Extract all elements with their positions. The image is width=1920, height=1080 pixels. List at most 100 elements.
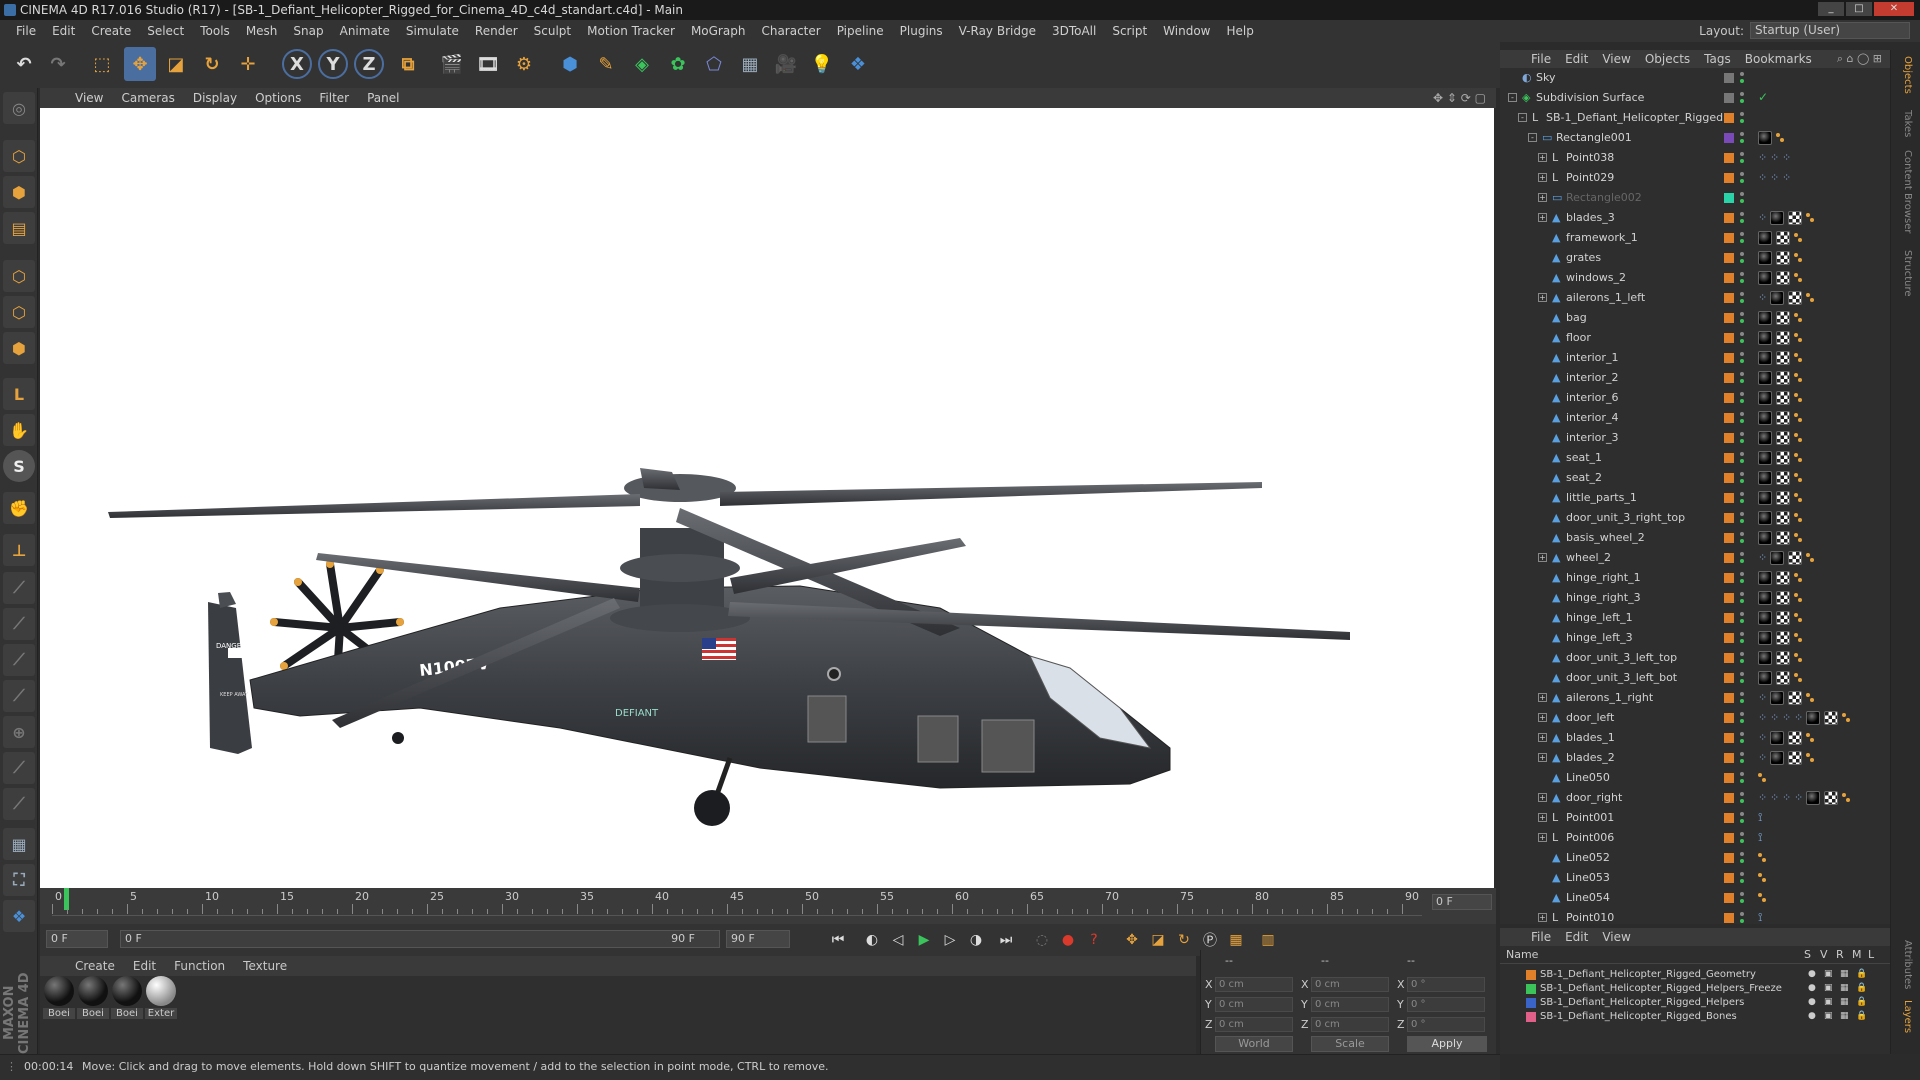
menu-create[interactable]: Create bbox=[83, 24, 139, 38]
snap-icon[interactable]: S bbox=[3, 450, 35, 482]
object-row[interactable]: - ▭ Rectangle001 bbox=[1500, 128, 1890, 148]
om-search-icon[interactable]: ⌕ ⌂ ◯ ⊞ bbox=[1837, 52, 1882, 66]
object-row[interactable]: ▲ interior_3 bbox=[1500, 428, 1890, 448]
render-visibility-dot[interactable] bbox=[1740, 479, 1744, 483]
menu-vray-bridge[interactable]: V-Ray Bridge bbox=[951, 24, 1044, 38]
constraint-tag-icon[interactable]: ⁘ bbox=[1770, 151, 1779, 164]
render-visibility-dot[interactable] bbox=[1740, 119, 1744, 123]
om-menu-file[interactable]: File bbox=[1524, 52, 1558, 66]
editor-visibility-dot[interactable] bbox=[1740, 832, 1744, 836]
rotation-b-field[interactable]: 0 ° bbox=[1407, 1017, 1485, 1032]
expand-toggle-icon[interactable]: + bbox=[1538, 793, 1547, 802]
motion-record-icon[interactable]: ◌ bbox=[1030, 929, 1054, 951]
xpresso-tag-icon[interactable] bbox=[1842, 793, 1852, 803]
viewport-menu-filter[interactable]: Filter bbox=[310, 91, 358, 105]
expand-toggle-icon[interactable]: + bbox=[1538, 293, 1547, 302]
editor-visibility-dot[interactable] bbox=[1740, 532, 1744, 536]
layer-color-swatch[interactable] bbox=[1724, 153, 1734, 163]
key-scale-icon[interactable]: ◪ bbox=[1146, 929, 1170, 951]
render-visibility-dot[interactable] bbox=[1740, 299, 1744, 303]
layer-color-swatch[interactable] bbox=[1724, 693, 1734, 703]
points-mode-icon[interactable]: ⬡ bbox=[3, 260, 35, 292]
key-rotation-icon[interactable]: ↻ bbox=[1172, 929, 1196, 951]
render-visibility-dot[interactable] bbox=[1740, 99, 1744, 103]
subdivision-surface-icon[interactable]: ◈ bbox=[626, 47, 658, 81]
render-visibility-dot[interactable] bbox=[1740, 679, 1744, 683]
layer-color-swatch[interactable] bbox=[1724, 513, 1734, 523]
xpresso-tag-icon[interactable] bbox=[1806, 693, 1816, 703]
material-tag-icon[interactable] bbox=[1770, 211, 1784, 225]
layer-color-swatch[interactable] bbox=[1724, 473, 1734, 483]
render-visibility-dot[interactable] bbox=[1740, 839, 1744, 843]
menu-edit[interactable]: Edit bbox=[44, 24, 83, 38]
cloner-icon[interactable]: ✿ bbox=[662, 47, 694, 81]
object-row[interactable]: ▲ door_unit_3_left_bot bbox=[1500, 668, 1890, 688]
render-visibility-dot[interactable] bbox=[1740, 499, 1744, 503]
python-icon[interactable]: ❖ bbox=[842, 47, 874, 81]
xpresso-tag-icon[interactable] bbox=[1794, 393, 1804, 403]
editor-visibility-dot[interactable] bbox=[1740, 412, 1744, 416]
record-active-icon[interactable]: ● bbox=[1056, 929, 1080, 951]
render-visibility-dot[interactable] bbox=[1740, 319, 1744, 323]
step-forward-icon[interactable]: ▷ bbox=[938, 929, 962, 951]
render-visibility-dot[interactable] bbox=[1740, 719, 1744, 723]
floor-icon[interactable]: ▦ bbox=[734, 47, 766, 81]
object-row[interactable]: ▲ hinge_left_3 bbox=[1500, 628, 1890, 648]
material-tag-icon[interactable] bbox=[1758, 431, 1772, 445]
layer-color-swatch[interactable] bbox=[1724, 313, 1734, 323]
constraint-tag-icon[interactable]: ⁘ bbox=[1758, 551, 1767, 564]
texture-tag-icon[interactable] bbox=[1776, 351, 1790, 365]
texture-tag-icon[interactable] bbox=[1776, 311, 1790, 325]
tab-objects[interactable]: Objects bbox=[1897, 56, 1913, 94]
move-tool-icon[interactable]: ✥ bbox=[124, 47, 156, 81]
om-menu-view[interactable]: View bbox=[1595, 52, 1637, 66]
viewport-menu-view[interactable]: View bbox=[66, 91, 112, 105]
render-settings-icon[interactable]: ⚙ bbox=[508, 47, 540, 81]
lock-workplane-icon[interactable]: ⊕ bbox=[3, 716, 35, 748]
layer-lock-icon[interactable]: 🔒 bbox=[1856, 997, 1867, 1007]
texture-tag-icon[interactable] bbox=[1776, 331, 1790, 345]
ik-tag-icon[interactable]: ⟟ bbox=[1758, 810, 1762, 825]
constraint-tag-icon[interactable]: ⁘ bbox=[1758, 791, 1767, 804]
object-row[interactable]: + ▲ blades_2 ⁘ bbox=[1500, 748, 1890, 768]
layer-color-swatch[interactable] bbox=[1724, 173, 1734, 183]
coordinate-mode-select[interactable]: World bbox=[1215, 1036, 1293, 1052]
editor-visibility-dot[interactable] bbox=[1740, 392, 1744, 396]
object-row[interactable]: + L Point001 ⟟ bbox=[1500, 808, 1890, 828]
object-row[interactable]: ▲ seat_1 bbox=[1500, 448, 1890, 468]
go-to-prev-key-icon[interactable]: ◐ bbox=[860, 929, 884, 951]
key-point-level-icon[interactable]: ▦ bbox=[1224, 929, 1248, 951]
render-visibility-dot[interactable] bbox=[1740, 219, 1744, 223]
step-back-icon[interactable]: ◁ bbox=[886, 929, 910, 951]
render-visibility-dot[interactable] bbox=[1740, 359, 1744, 363]
size-z-field[interactable]: 0 cm bbox=[1311, 1017, 1389, 1032]
object-row[interactable]: + ▭ Rectangle002 bbox=[1500, 188, 1890, 208]
layer-color-swatch[interactable] bbox=[1724, 793, 1734, 803]
position-z-field[interactable]: 0 cm bbox=[1215, 1017, 1293, 1032]
render-visibility-dot[interactable] bbox=[1740, 859, 1744, 863]
object-row[interactable]: ▲ little_parts_1 bbox=[1500, 488, 1890, 508]
layer-color-swatch[interactable] bbox=[1724, 453, 1734, 463]
constraint-tag-icon[interactable]: ⁘ bbox=[1758, 171, 1767, 184]
texture-tag-icon[interactable] bbox=[1776, 391, 1790, 405]
layer-row[interactable]: SB-1_Defiant_Helicopter_Rigged_Bones ● ▣ ▦ 🔒 bbox=[1500, 1010, 1890, 1024]
symmetry-x-icon[interactable]: ⟋ bbox=[3, 572, 35, 604]
render-visibility-dot[interactable] bbox=[1740, 879, 1744, 883]
editor-visibility-dot[interactable] bbox=[1740, 812, 1744, 816]
texture-tag-icon[interactable] bbox=[1776, 611, 1790, 625]
expand-toggle-icon[interactable]: - bbox=[1518, 113, 1527, 122]
light-icon[interactable]: 💡 bbox=[806, 47, 838, 81]
position-x-field[interactable]: 0 cm bbox=[1215, 977, 1293, 992]
material-tag-icon[interactable] bbox=[1758, 571, 1772, 585]
material-menu-create[interactable]: Create bbox=[66, 959, 124, 973]
material-tag-icon[interactable] bbox=[1758, 611, 1772, 625]
render-view-icon[interactable]: 🎬 bbox=[436, 47, 468, 81]
layer-color-swatch[interactable] bbox=[1724, 293, 1734, 303]
expand-toggle-icon[interactable]: - bbox=[1528, 133, 1537, 142]
render-visibility-dot[interactable] bbox=[1740, 659, 1744, 663]
texture-tag-icon[interactable] bbox=[1776, 411, 1790, 425]
play-icon[interactable]: ▶ bbox=[912, 929, 936, 951]
rotation-h-field[interactable]: 0 ° bbox=[1407, 977, 1485, 992]
menu-character[interactable]: Character bbox=[753, 24, 828, 38]
object-row[interactable]: ▲ bag bbox=[1500, 308, 1890, 328]
